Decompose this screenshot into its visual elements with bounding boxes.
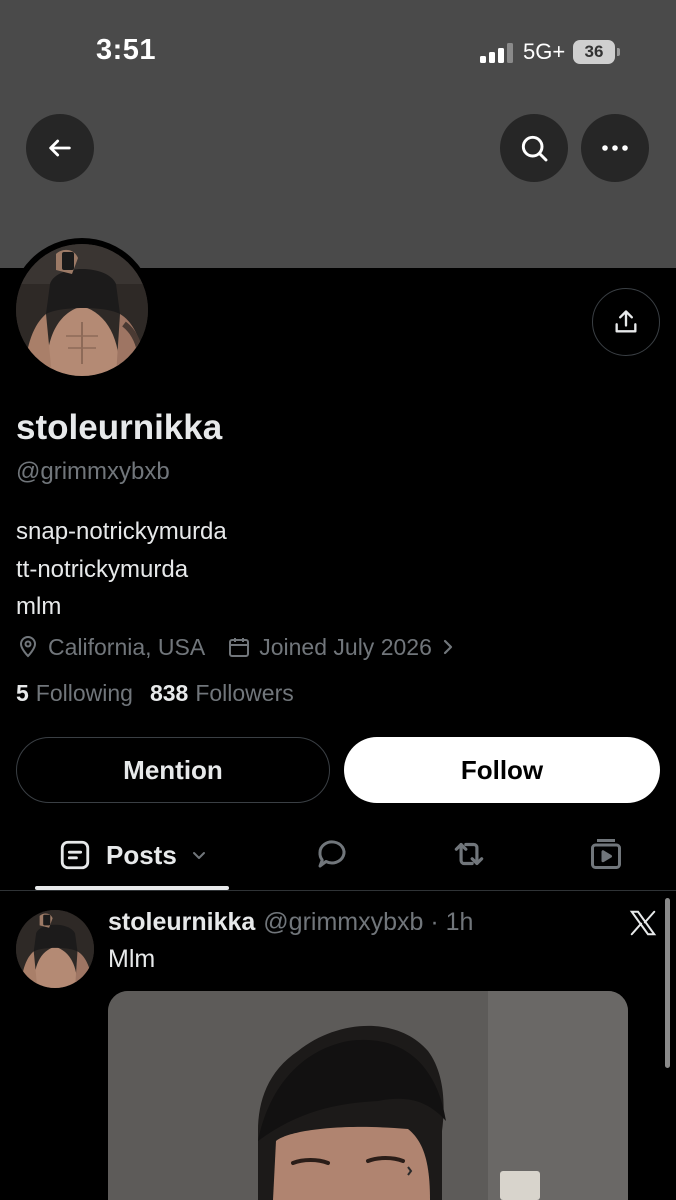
profile-bio: snap-notrickymurda tt-notrickymurda mlm <box>16 513 227 626</box>
media-icon <box>591 839 621 869</box>
scrollbar[interactable] <box>665 898 670 1068</box>
tab-posts-label: Posts <box>106 839 177 870</box>
share-button[interactable] <box>592 288 660 356</box>
profile-meta: California, USA Joined July 2026 <box>16 630 478 664</box>
tab-media[interactable] <box>584 832 628 876</box>
battery-icon: 36 <box>573 40 615 64</box>
post-text: Mlm <box>108 945 156 973</box>
follow-counts: 5 Following 838 Followers <box>16 680 311 707</box>
location-pin-icon <box>19 636 37 658</box>
profile-display-name: stoleurnikka <box>16 408 223 447</box>
follow-button[interactable]: Follow <box>344 737 660 803</box>
tabs-divider <box>0 890 676 891</box>
tab-replies[interactable] <box>310 832 354 876</box>
bio-line: snap-notrickymurda <box>16 518 227 545</box>
more-horizontal-icon <box>602 145 628 151</box>
more-button[interactable] <box>581 114 649 182</box>
posts-icon <box>60 840 90 870</box>
post-author-name[interactable]: stoleurnikka <box>108 908 255 937</box>
battery-nub <box>617 48 620 56</box>
followers-label: Followers <box>195 680 294 706</box>
bio-line: mlm <box>16 593 62 620</box>
arrow-left-icon <box>49 139 71 157</box>
bio-line: tt-notrickymurda <box>16 555 189 583</box>
profile-joined[interactable]: Joined July 2026 <box>227 634 456 661</box>
location-text: California, USA <box>48 633 206 660</box>
following-label: Following <box>35 680 133 706</box>
back-button[interactable] <box>26 114 94 182</box>
cellular-signal-icon <box>480 43 514 63</box>
profile-handle: @grimmxybxb <box>16 458 170 485</box>
joined-text: Joined July 2026 <box>259 633 432 660</box>
status-bar: 3:51 5G+ 36 <box>0 0 676 100</box>
followers-count: 838 <box>149 680 189 706</box>
post-author-meta: @grimmxybxb · 1h <box>263 908 474 936</box>
profile-location: California, USA <box>16 634 205 661</box>
share-icon <box>615 310 637 333</box>
following-count: 5 <box>16 680 29 706</box>
calendar-icon <box>229 638 250 657</box>
following-link[interactable]: 5 Following <box>16 680 133 707</box>
search-icon <box>521 135 548 162</box>
tab-posts[interactable]: Posts <box>58 838 209 872</box>
profile-tabs: Posts <box>0 818 676 890</box>
tab-reposts[interactable] <box>447 832 491 876</box>
avatar[interactable] <box>16 244 148 376</box>
chevron-down-icon <box>192 852 205 859</box>
chevron-right-icon <box>443 639 452 655</box>
search-button[interactable] <box>500 114 568 182</box>
network-type: 5G+ <box>523 39 566 64</box>
followers-link[interactable]: 838 Followers <box>150 680 294 707</box>
reposts-icon <box>454 842 484 866</box>
post-media-image[interactable] <box>108 991 628 1200</box>
status-time: 3:51 <box>96 34 157 66</box>
replies-icon <box>318 840 346 868</box>
post-header: stoleurnikka @grimmxybxb · 1h <box>108 908 473 937</box>
mention-button[interactable]: Mention <box>16 737 330 803</box>
post-author-avatar[interactable] <box>16 910 94 988</box>
x-logo-icon[interactable] <box>628 908 658 938</box>
